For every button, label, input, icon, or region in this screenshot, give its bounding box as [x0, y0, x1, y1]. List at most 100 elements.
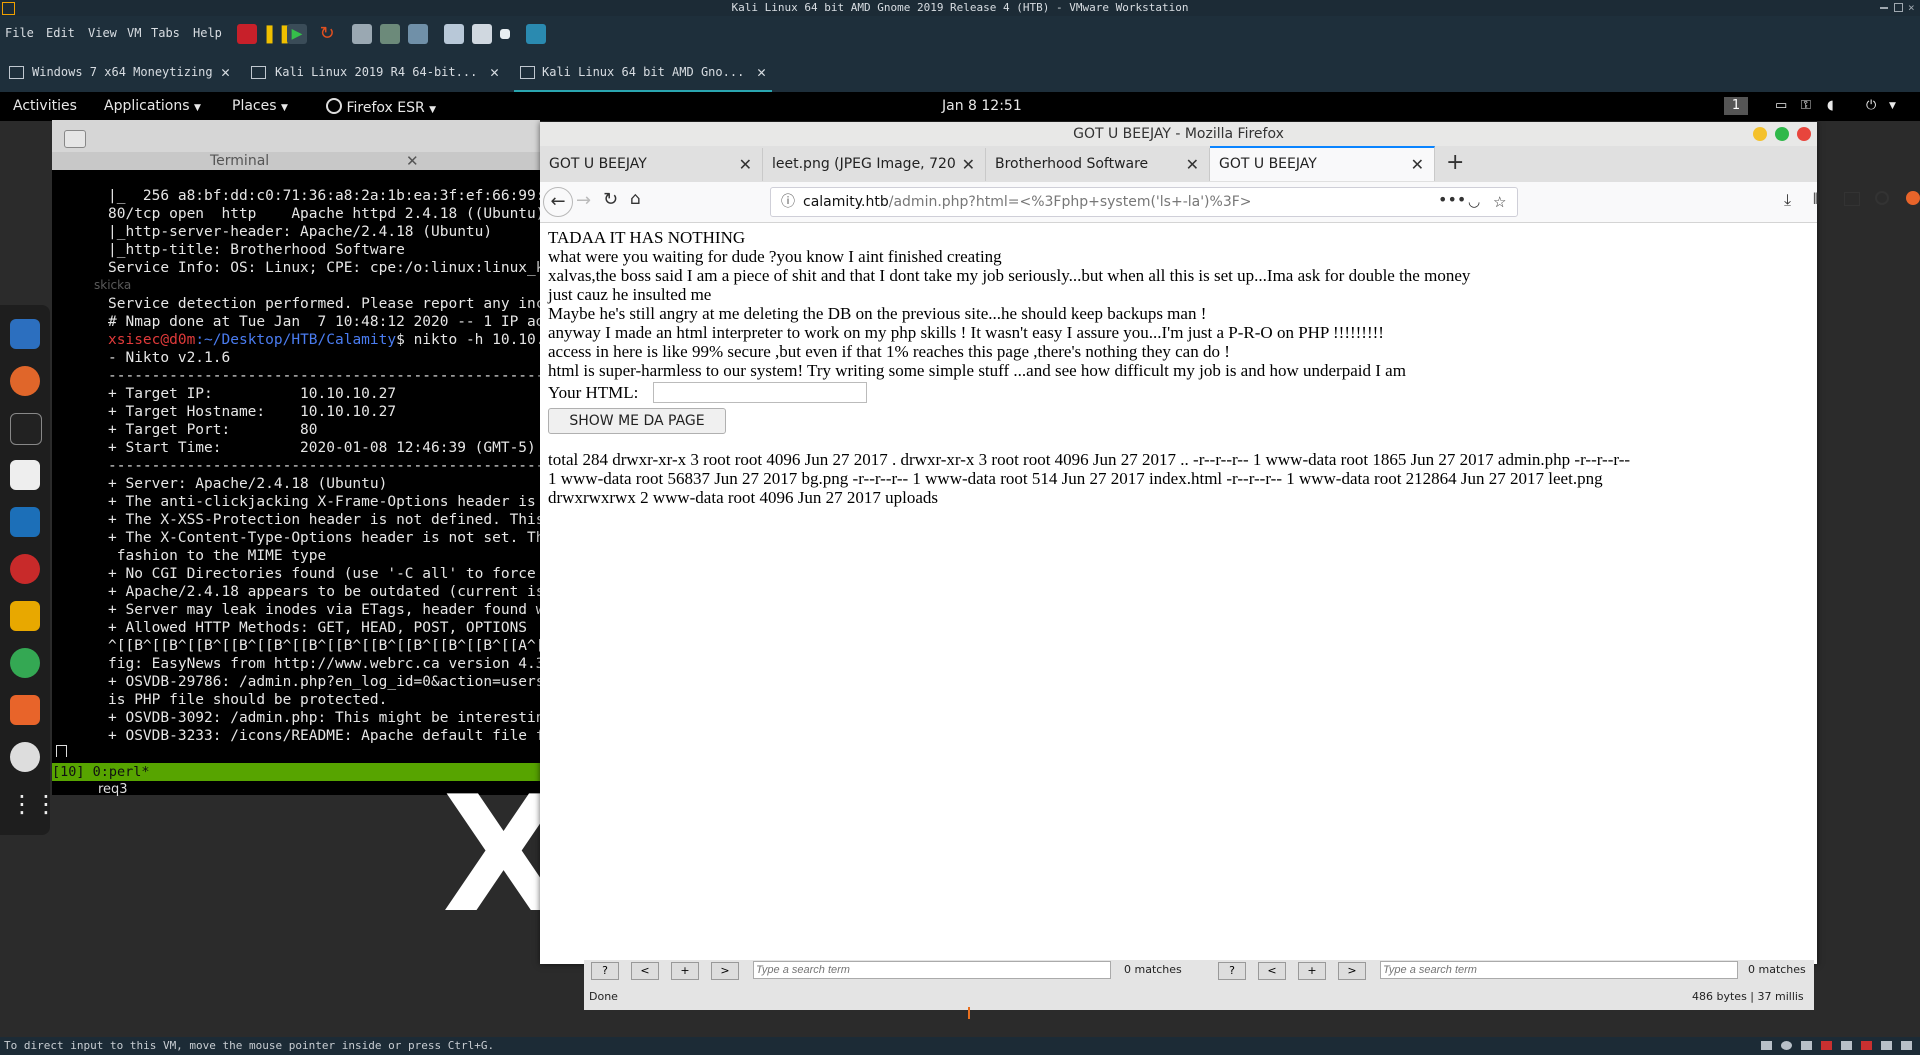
sidebar-icon[interactable]	[1844, 192, 1860, 206]
menu-view[interactable]: View	[88, 26, 117, 40]
close-icon[interactable]: ✕	[1186, 148, 1199, 181]
prompt-command: $ nikto -h 10.10.10.2	[396, 332, 540, 348]
close-icon[interactable]: ✕	[406, 152, 419, 170]
maltego-icon[interactable]	[10, 601, 40, 631]
taskbar-marker	[968, 1007, 970, 1019]
new-tab-icon[interactable]	[64, 130, 86, 148]
account-icon[interactable]	[1875, 191, 1889, 205]
chat-icon[interactable]: ▭	[1775, 98, 1787, 113]
clock[interactable]: Jan 8 12:51	[942, 98, 1022, 114]
snapshot-icon[interactable]	[352, 24, 372, 44]
browser-tab-active[interactable]: GOT U BEEJAY ✕	[1210, 146, 1435, 181]
fullscreen-icon[interactable]	[444, 24, 464, 44]
close-icon[interactable]: ✕	[490, 54, 499, 90]
pocket-icon[interactable]: ◡	[1468, 188, 1480, 216]
find-add-button[interactable]: +	[1298, 962, 1326, 980]
key-icon[interactable]: ⚿	[1801, 98, 1811, 113]
power-off-icon[interactable]	[237, 24, 257, 44]
help-button[interactable]: ?	[1218, 962, 1246, 980]
play-icon[interactable]: ▶	[287, 24, 307, 44]
menu-vm[interactable]: VM	[127, 26, 141, 40]
firefox-icon[interactable]	[10, 366, 40, 396]
snapshot-manager-icon[interactable]	[408, 24, 428, 44]
close-icon[interactable]: ✕	[757, 54, 766, 90]
volume-icon[interactable]: ◖	[1827, 98, 1834, 113]
extension-icon[interactable]	[1906, 191, 1920, 205]
home-icon[interactable]: ⌂	[630, 189, 641, 209]
menu-tabs[interactable]: Tabs	[151, 26, 180, 40]
unity-icon[interactable]	[472, 24, 492, 44]
vm-tab-kali-r4[interactable]: Kali Linux 2019 R4 64-bit... ✕	[245, 54, 505, 90]
minimize-icon[interactable]	[1753, 127, 1767, 141]
show-apps-icon[interactable]: ⋮⋮	[10, 789, 58, 819]
reset-icon[interactable]: ↻	[317, 24, 337, 44]
cherrytree-icon[interactable]	[10, 554, 40, 584]
hdd-icon[interactable]	[1761, 1041, 1772, 1050]
printer-icon[interactable]	[1861, 1041, 1872, 1050]
places-menu[interactable]: Places ▼	[232, 98, 288, 114]
close-icon[interactable]: ✕	[739, 148, 752, 181]
info-icon[interactable]: ⓘ	[781, 188, 795, 216]
text-editor-icon[interactable]	[10, 460, 40, 490]
reload-icon[interactable]: ↻	[603, 189, 618, 210]
close-icon[interactable]: ×	[1908, 0, 1915, 16]
message-icon[interactable]	[1901, 1041, 1912, 1050]
workspace-indicator[interactable]: 1	[1724, 97, 1748, 115]
menu-edit[interactable]: Edit	[46, 26, 75, 40]
url-bar[interactable]: ⓘ calamity.htb/admin.php?html=<%3Fphp+sy…	[770, 187, 1518, 217]
search-input[interactable]	[1380, 961, 1738, 979]
pause-icon[interactable]: ❚❚	[262, 24, 292, 44]
maximize-icon[interactable]	[1894, 3, 1903, 12]
help-button[interactable]: ?	[591, 962, 619, 980]
usb-icon[interactable]	[1821, 1041, 1832, 1050]
network-icon[interactable]	[1801, 1041, 1812, 1050]
find-previous-button[interactable]: <	[1258, 962, 1286, 980]
record-icon[interactable]	[10, 742, 40, 772]
find-previous-button[interactable]: <	[631, 962, 659, 980]
find-add-button[interactable]: +	[671, 962, 699, 980]
downloads-icon[interactable]: ⤓	[1784, 190, 1791, 210]
cd-icon[interactable]	[1781, 1041, 1792, 1050]
menu-help[interactable]: Help	[193, 26, 222, 40]
browser-tab[interactable]: GOT U BEEJAY ✕	[540, 148, 763, 181]
vm-tab-windows7[interactable]: Windows 7 x64 Moneytizing ✕	[0, 54, 236, 90]
chrome-icon[interactable]	[10, 648, 40, 678]
vm-tab-label: Kali Linux 64 bit AMD Gno...	[542, 65, 745, 79]
bookmark-star-icon[interactable]: ☆	[1493, 188, 1506, 216]
chevron-down-icon[interactable]: ▼	[1889, 101, 1896, 111]
close-icon[interactable]: ✕	[1411, 148, 1424, 181]
app-menu[interactable]: Firefox ESR ▼	[326, 98, 436, 116]
terminal-icon[interactable]	[10, 413, 42, 445]
close-icon[interactable]: ✕	[957, 148, 975, 181]
terminal-line: Service Info: OS: Linux; CPE: cpe:/o:lin…	[108, 260, 540, 276]
vm-tab-kali-gnome[interactable]: Kali Linux 64 bit AMD Gno... ✕	[514, 54, 772, 92]
applications-menu[interactable]: Applications ▼	[104, 98, 201, 114]
library-icon[interactable]	[526, 24, 546, 44]
display-icon[interactable]	[1881, 1041, 1892, 1050]
browser-tab[interactable]: Brotherhood Software ✕	[986, 148, 1210, 181]
power-icon[interactable]: ⏻	[1866, 98, 1876, 113]
metasploit-icon[interactable]	[10, 507, 40, 537]
burpsuite-icon[interactable]	[10, 695, 40, 725]
page-actions-icon[interactable]: •••	[1438, 186, 1466, 214]
find-next-button[interactable]: >	[1338, 962, 1366, 980]
maximize-icon[interactable]	[1775, 127, 1789, 141]
activities-button[interactable]: Activities	[13, 98, 77, 114]
console-view-icon[interactable]	[500, 29, 510, 39]
search-input[interactable]	[753, 961, 1111, 979]
show-page-button[interactable]: SHOW ME DA PAGE	[548, 408, 726, 434]
snapshot-revert-icon[interactable]	[380, 24, 400, 44]
menu-file[interactable]: File	[5, 26, 34, 40]
minimize-icon[interactable]	[1880, 7, 1888, 9]
back-icon[interactable]: ←	[543, 187, 573, 217]
library-icon[interactable]: ⫴	[1813, 190, 1819, 208]
close-icon[interactable]	[1797, 127, 1811, 141]
browser-tab[interactable]: leet.png (JPEG Image, 720 × ✕	[763, 148, 986, 181]
files-icon[interactable]	[10, 319, 40, 349]
new-tab-plus-icon[interactable]: +	[1446, 150, 1464, 175]
html-input[interactable]	[653, 382, 867, 403]
forward-icon[interactable]: →	[576, 190, 591, 211]
close-icon[interactable]: ✕	[221, 54, 230, 90]
find-next-button[interactable]: >	[711, 962, 739, 980]
sound-icon[interactable]	[1841, 1041, 1852, 1050]
